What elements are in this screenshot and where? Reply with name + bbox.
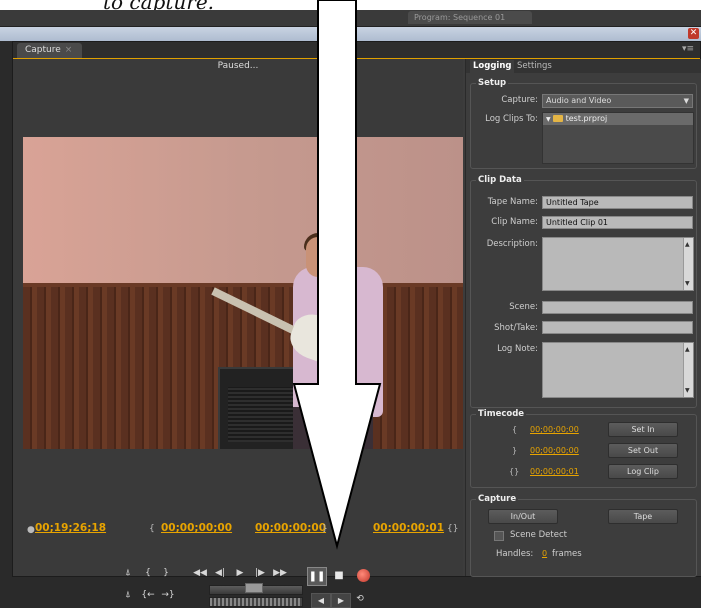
scene-label: Scene: [509, 302, 538, 312]
clip-name-input[interactable]: Untitled Clip 01 [542, 216, 693, 229]
go-to-in-icon[interactable]: {← [141, 589, 155, 602]
slow-forward-button[interactable]: ▶ [331, 593, 351, 608]
scene-input[interactable] [542, 301, 693, 314]
project-name: test.prproj [565, 114, 608, 123]
in-symbol: { [512, 425, 518, 434]
close-icon[interactable]: ✕ [688, 28, 699, 39]
clip-name-label: Clip Name: [491, 217, 538, 227]
chevron-down-icon: ▼ [683, 97, 689, 105]
log-clips-tree[interactable]: ▼ test.prproj [542, 112, 694, 164]
mark-out-icon[interactable]: ⍋ [121, 589, 135, 602]
record-button[interactable] [357, 569, 370, 582]
shot-take-label: Shot/Take: [494, 323, 538, 333]
capture-select-value: Audio and Video [546, 96, 612, 105]
duration-timecode[interactable]: 00;00;00;01 [373, 522, 444, 534]
panel-tab-bar: Capture × ▾≡ [13, 42, 700, 59]
play-icon[interactable]: ▶ [233, 567, 247, 580]
duration-symbol: {} [447, 524, 459, 534]
out-point-timecode[interactable]: 00;00;00;00 [255, 522, 326, 534]
capture-monitor: Paused... ● 00;19;26;18 { 00;00;00;00 00… [13, 59, 463, 608]
log-note-scrollbar[interactable]: ▲ ▼ [683, 343, 693, 397]
handles-value[interactable]: 0 [542, 549, 547, 558]
go-to-out-icon[interactable]: →} [161, 589, 175, 602]
pause-button[interactable]: ❚❚ [307, 567, 327, 586]
tape-button[interactable]: Tape [608, 509, 678, 524]
current-timecode[interactable]: 00;19;26;18 [35, 522, 106, 534]
monitor-controls: ● 00;19;26;18 { 00;00;00;00 00;00;00;00 … [13, 509, 463, 608]
set-out-icon[interactable]: } [159, 567, 173, 580]
capture-label: Capture: [501, 95, 538, 105]
description-textarea[interactable]: ▲ ▼ [542, 237, 694, 291]
panel-menu-icon[interactable]: ▾≡ [682, 44, 694, 54]
expand-icon[interactable]: ▼ [546, 116, 551, 123]
timecode-title: Timecode [476, 409, 527, 419]
log-note-label: Log Note: [497, 344, 538, 354]
jog-wheel[interactable] [209, 597, 303, 607]
step-back-icon[interactable]: ◀| [213, 567, 227, 580]
tape-name-input[interactable]: Untitled Tape [542, 196, 693, 209]
log-clip-button[interactable]: Log Clip [608, 464, 678, 479]
stop-button[interactable]: ■ [330, 567, 348, 584]
setup-title: Setup [476, 78, 509, 88]
duration-timecode-right[interactable]: 00;00;00;01 [530, 467, 579, 476]
set-in-button[interactable]: Set In [608, 422, 678, 437]
video-wall [23, 137, 463, 287]
logging-panel: Logging Settings Setup Capture: Audio an… [465, 59, 701, 577]
out-timecode[interactable]: 00;00;00;00 [530, 446, 579, 455]
person-legs [293, 407, 373, 449]
window-titlebar [0, 27, 701, 41]
capture-status: Paused... [217, 61, 259, 71]
out-point-symbol: } [322, 524, 328, 534]
current-time-dot-icon: ● [27, 525, 35, 535]
clip-data-title: Clip Data [476, 175, 524, 185]
logging-tabs: Logging Settings [466, 59, 701, 73]
duration-symbol-right: {} [509, 467, 520, 476]
scene-detect-label: Scene Detect [510, 530, 567, 540]
fast-forward-icon[interactable]: ▶▶ [273, 567, 287, 580]
mark-in-icon[interactable]: ⍋ [121, 567, 135, 580]
in-timecode[interactable]: 00;00;00;00 [530, 425, 579, 434]
project-tree-item[interactable]: ▼ test.prproj [543, 113, 693, 125]
log-clips-label: Log Clips To: [485, 114, 538, 124]
log-note-textarea[interactable]: ▲ ▼ [542, 342, 694, 398]
set-out-button[interactable]: Set Out [608, 443, 678, 458]
capture-window: Capture × ▾≡ Paused... ● 00;19;26;18 { 00… [12, 41, 701, 608]
in-point-timecode[interactable]: 00;00;00;00 [161, 522, 232, 534]
tab-settings[interactable]: Settings [514, 60, 555, 73]
out-symbol: } [512, 446, 518, 455]
tab-capture-label: Capture [25, 45, 61, 55]
set-in-icon[interactable]: { [141, 567, 155, 580]
tab-close-icon[interactable]: × [65, 45, 73, 55]
capture-select[interactable]: Audio and Video ▼ [542, 94, 693, 108]
scene-search-icon[interactable]: ⟲ [353, 593, 367, 606]
description-scrollbar[interactable]: ▲ ▼ [683, 238, 693, 290]
tab-capture[interactable]: Capture × [17, 43, 83, 58]
person-head [306, 237, 336, 277]
tab-logging[interactable]: Logging [470, 60, 515, 73]
slow-reverse-button[interactable]: ◀ [311, 593, 331, 608]
description-label: Description: [486, 239, 538, 249]
handles-unit: frames [552, 549, 582, 559]
capture-title: Capture [476, 494, 519, 504]
app-panel-strip [0, 10, 701, 27]
scene-detect-checkbox[interactable] [494, 531, 504, 541]
shot-take-input[interactable] [542, 321, 693, 334]
folder-icon [552, 115, 563, 122]
shuttle-handle[interactable] [245, 583, 263, 593]
in-point-symbol: { [149, 524, 155, 534]
in-out-button[interactable]: In/Out [488, 509, 558, 524]
handles-label: Handles: [496, 549, 534, 559]
program-monitor-tab[interactable]: Program: Sequence 01 [408, 11, 532, 24]
video-preview [23, 137, 463, 449]
rewind-icon[interactable]: ◀◀ [193, 567, 207, 580]
tape-name-label: Tape Name: [487, 197, 538, 207]
step-forward-icon[interactable]: |▶ [253, 567, 267, 580]
